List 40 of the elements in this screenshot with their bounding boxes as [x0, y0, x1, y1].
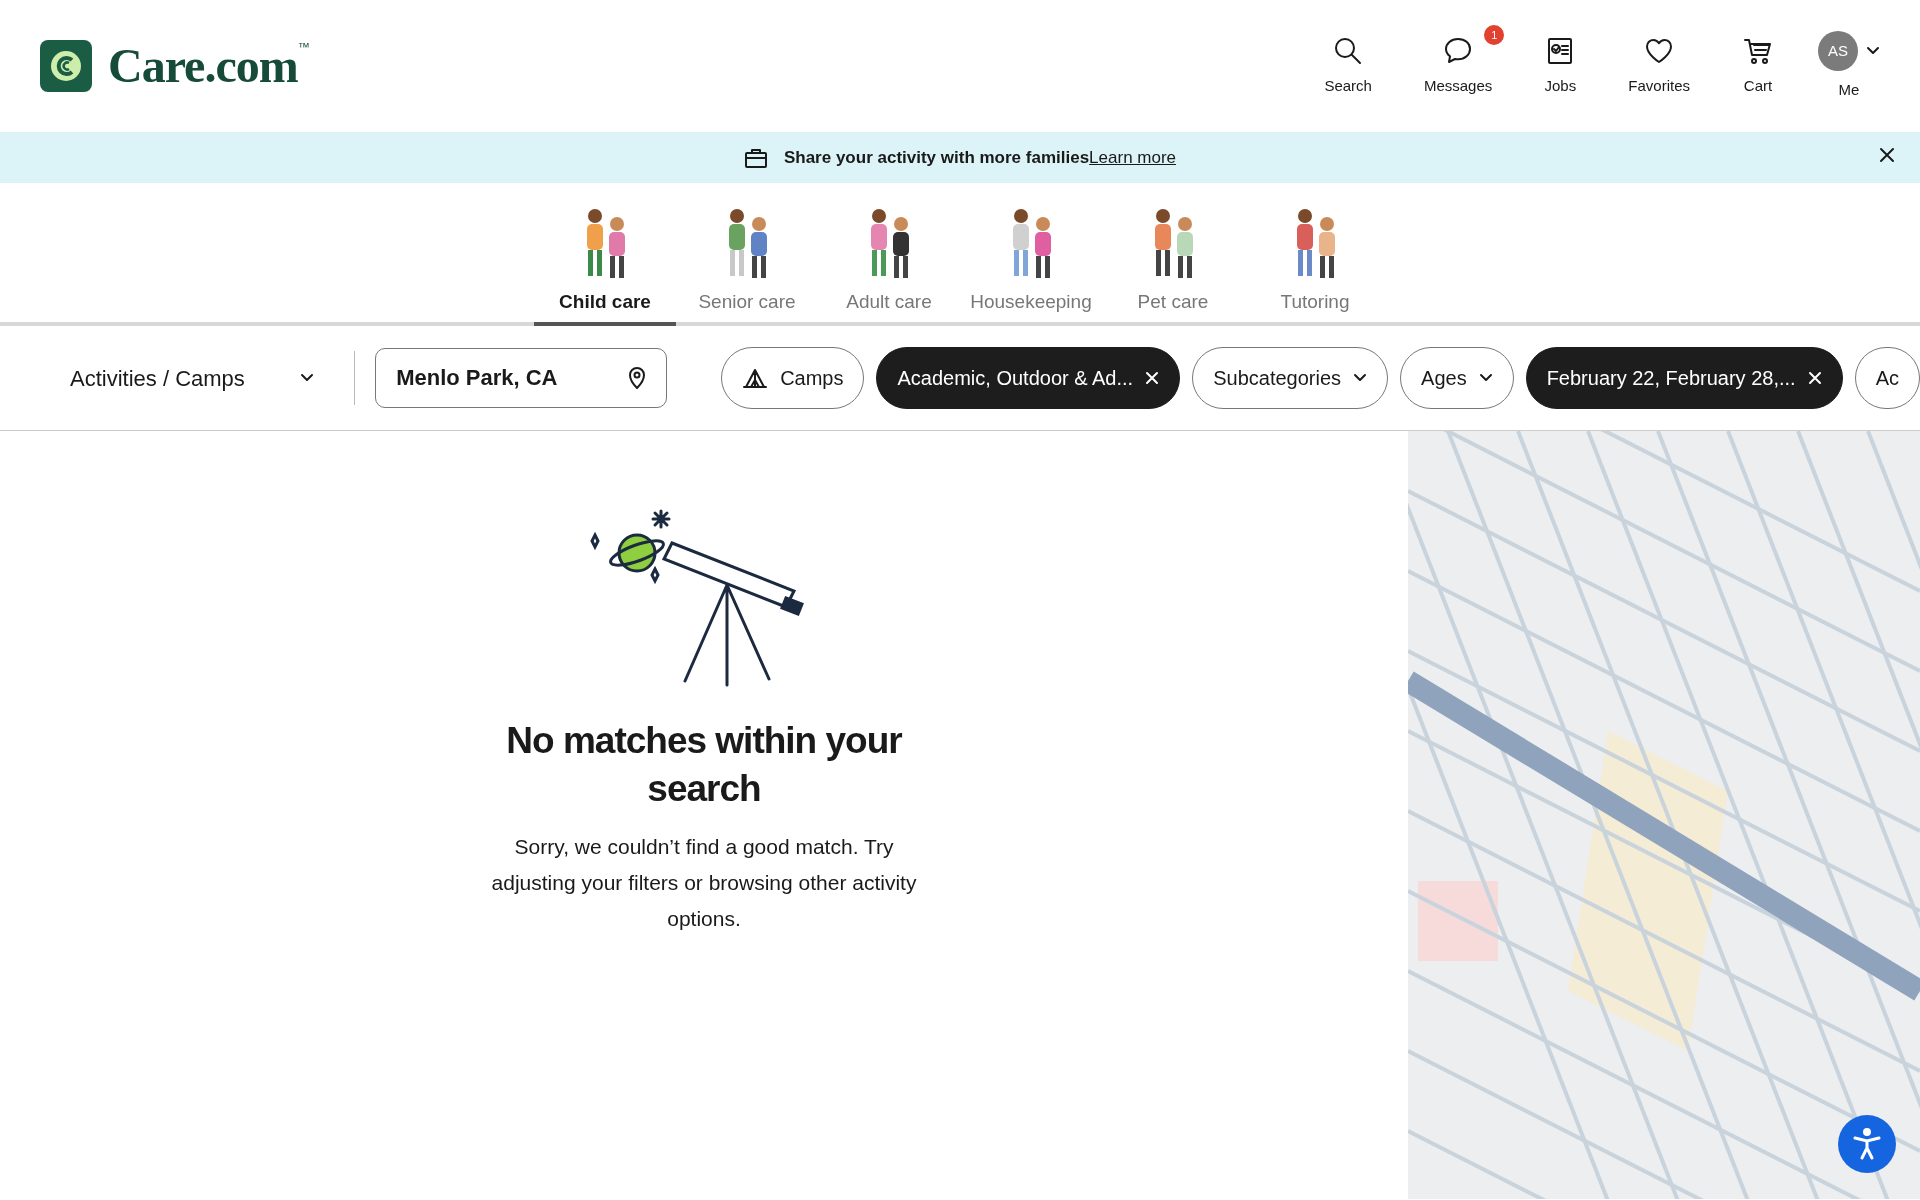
service-dropdown[interactable]: Activities / Camps: [70, 361, 315, 395]
close-icon: [1145, 371, 1160, 385]
nav-link[interactable]: Jobs: [1544, 34, 1577, 98]
close-icon: [1807, 371, 1822, 385]
map-pin-icon: [627, 366, 648, 390]
learn-more-link[interactable]: Learn more: [1089, 144, 1177, 171]
logo-icon: [40, 40, 92, 92]
empty-state-message: Sorry, we couldn’t find a good match. Try adjusting your filters or browsing other activity options.: [490, 834, 918, 932]
nav-link[interactable]: Messages 1: [1411, 24, 1505, 98]
category-tab[interactable]: Senior care: [676, 193, 818, 326]
location-field[interactable]: Menlo Park, CA: [375, 348, 668, 408]
category-tab[interactable]: Child care: [534, 193, 676, 326]
filter-chip[interactable]: February 22, February 28,...: [1525, 347, 1843, 409]
filter-chip[interactable]: Ac: [1854, 347, 1920, 409]
filter-chip[interactable]: Subcategories: [1192, 347, 1389, 409]
category-tab[interactable]: Adult care: [818, 193, 960, 326]
close-icon: [1878, 146, 1896, 164]
chevron-down-icon: [1353, 373, 1368, 383]
account-menu[interactable]: AS Me: [1818, 30, 1880, 102]
banner-message: Share your activity with more families: [783, 146, 1090, 169]
category-tab[interactable]: Housekeeping: [960, 193, 1102, 326]
filter-chip[interactable]: Ages: [1400, 347, 1514, 409]
notification-badge: 1: [1484, 24, 1505, 45]
filter-chip[interactable]: Academic, Outdoor & Ad...: [876, 347, 1181, 409]
briefcase-icon: [743, 146, 768, 169]
account-label: Me: [1838, 79, 1860, 100]
chevron-down-icon: [1866, 45, 1880, 56]
trademark-sign: ™: [297, 39, 310, 54]
category-tab[interactable]: Pet care: [1102, 193, 1244, 326]
filter-chip[interactable]: Camps: [721, 347, 865, 409]
category-tab[interactable]: Tutoring: [1244, 193, 1386, 326]
chevron-down-icon: [300, 373, 315, 383]
tent-icon: [742, 367, 769, 389]
avatar: AS: [1818, 30, 1858, 71]
empty-state-title: No matches within your search: [505, 719, 903, 812]
logo-wordmark[interactable]: Care.com: [108, 30, 298, 102]
nav-link[interactable]: Favorites: [1628, 34, 1690, 98]
nav-link[interactable]: Search: [1324, 34, 1372, 98]
chevron-down-icon: [1478, 373, 1493, 383]
nav-link[interactable]: Cart: [1742, 34, 1774, 98]
